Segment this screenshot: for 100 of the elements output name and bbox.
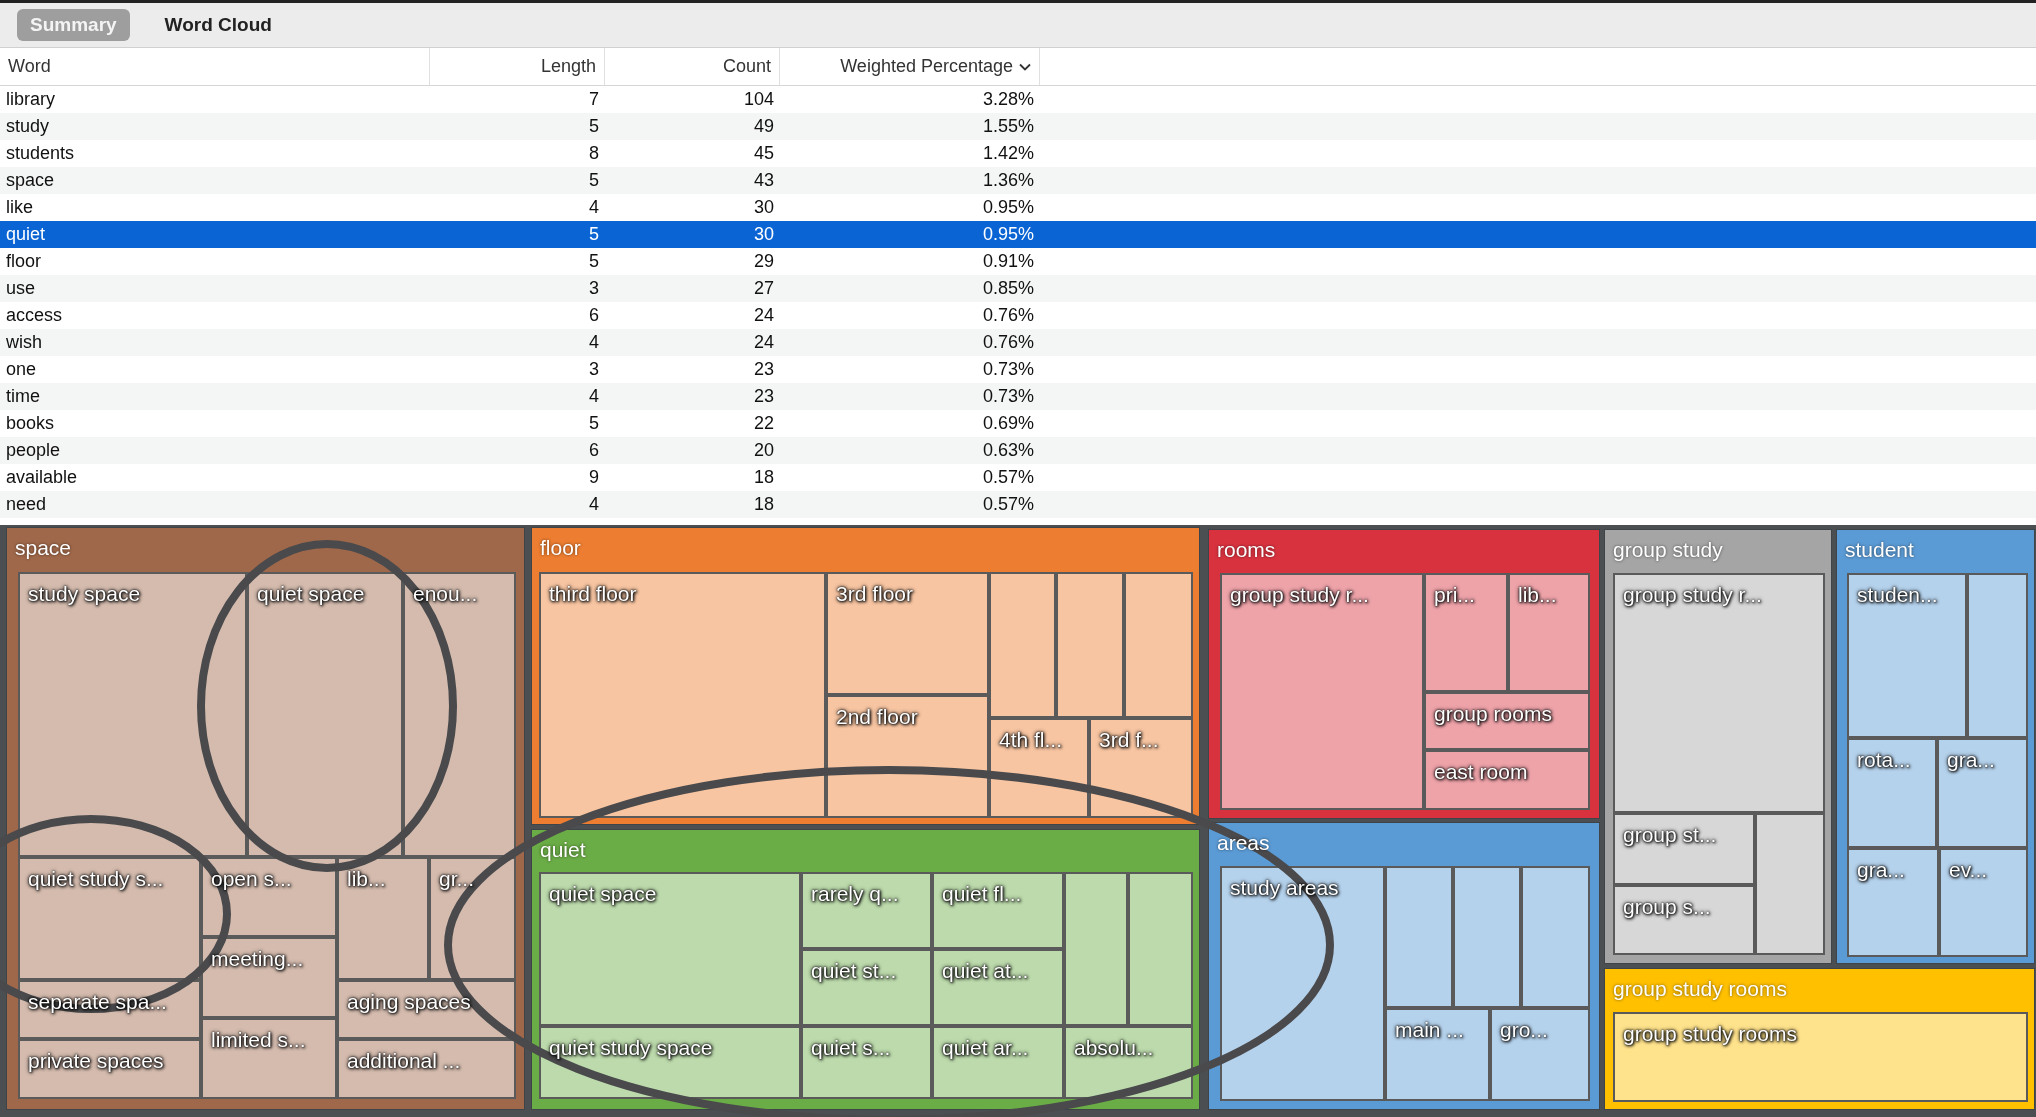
group-label: rooms (1217, 538, 1276, 562)
cell-label: quiet fl... (942, 882, 1022, 905)
group-label: quiet (540, 838, 586, 862)
group-label: group study rooms (1613, 977, 1787, 1001)
cell-label: quiet at... (942, 959, 1029, 982)
table-row[interactable]: people 6 20 0.63% (0, 437, 2036, 464)
table-cell: 6 (589, 305, 599, 326)
cell-label: studen... (1857, 583, 1938, 606)
cell-label: 3rd f... (1099, 728, 1159, 751)
table-cell: use (6, 278, 36, 299)
column-header[interactable]: Word (0, 48, 430, 85)
table-row[interactable]: time 4 23 0.73% (0, 383, 2036, 410)
table-row[interactable]: one 3 23 0.73% (0, 356, 2036, 383)
table-cell: one (6, 359, 37, 380)
cell-label: quiet space (257, 582, 365, 605)
table-cell: 0.85% (982, 278, 1034, 299)
table-row[interactable]: wish 4 24 0.76% (0, 329, 2036, 356)
cell-label: group study rooms (1623, 1022, 1797, 1045)
table-row[interactable]: study 5 49 1.55% (0, 113, 2036, 140)
cell-label: gra... (1857, 858, 1905, 881)
table-cell: 18 (753, 494, 774, 515)
column-header[interactable]: Weighted Percentage (780, 48, 1040, 85)
table-cell: 45 (753, 143, 774, 164)
cell-label: quiet s... (811, 1036, 891, 1059)
group-label: student (1845, 538, 1914, 562)
table-cell: access (6, 305, 63, 326)
table-cell: floor (6, 251, 41, 272)
table-row[interactable]: like 4 30 0.95% (0, 194, 2036, 221)
cell-label: main ... (1395, 1018, 1464, 1041)
table-cell: 1.42% (982, 143, 1034, 164)
table-cell: 27 (753, 278, 774, 299)
cell-label: quiet st... (811, 959, 897, 982)
cell-label: ev... (1949, 858, 1988, 881)
table-cell: 4 (589, 197, 599, 218)
cell-label: rota... (1857, 748, 1911, 771)
table-cell: library (6, 89, 55, 110)
cell-label: meeting... (211, 947, 304, 970)
table-cell: 0.76% (982, 305, 1034, 326)
cell-label: rarely q... (811, 882, 899, 905)
cell-label: limited s... (211, 1028, 306, 1051)
table-cell: 8 (589, 143, 599, 164)
table-cell: 4 (589, 386, 599, 407)
table-cell: 5 (589, 116, 599, 137)
table-cell: 9 (589, 467, 599, 488)
table-cell: 3.28% (982, 89, 1034, 110)
cell-label: quiet study space (549, 1036, 713, 1059)
table-cell: quiet (6, 224, 46, 245)
table-cell: 6 (589, 440, 599, 461)
table-row[interactable]: need 4 18 0.57% (0, 491, 2036, 518)
table-row[interactable]: use 3 27 0.85% (0, 275, 2036, 302)
table-cell: 30 (753, 197, 774, 218)
table-cell: like (6, 197, 33, 218)
table-cell: 0.73% (982, 386, 1034, 407)
table-cell: 5 (589, 251, 599, 272)
table-cell: 43 (753, 170, 774, 191)
cell-label: gro... (1500, 1018, 1548, 1041)
tab[interactable]: Word Cloud (151, 9, 285, 41)
table-cell: 3 (589, 278, 599, 299)
table-row[interactable]: available 9 18 0.57% (0, 464, 2036, 491)
column-header[interactable]: Length (430, 48, 605, 85)
cell-label: 2nd floor (836, 705, 918, 728)
table-cell: 0.91% (982, 251, 1034, 272)
table-cell: 22 (753, 413, 774, 434)
table-cell: 0.69% (982, 413, 1034, 434)
table-cell: 24 (753, 305, 774, 326)
cell-label: group rooms (1434, 702, 1552, 725)
table-cell: 0.57% (982, 494, 1034, 515)
cell-label: 3rd floor (836, 582, 914, 605)
table-cell: 104 (743, 89, 774, 110)
cell-label: third floor (549, 582, 637, 605)
table-row[interactable]: floor 5 29 0.91% (0, 248, 2036, 275)
table-cell: 18 (753, 467, 774, 488)
table-cell: 5 (589, 170, 599, 191)
table-cell: wish (6, 332, 42, 353)
cell-label: pri... (1434, 583, 1475, 606)
table-row[interactable]: space 5 43 1.36% (0, 167, 2036, 194)
column-header[interactable]: Count (605, 48, 780, 85)
table-cell: available (6, 467, 78, 488)
table-row[interactable]: library 7 104 3.28% (0, 86, 2036, 113)
table-row[interactable]: books 5 22 0.69% (0, 410, 2036, 437)
table-cell: 24 (753, 332, 774, 353)
cell-label: study space (28, 582, 141, 605)
table-cell: 3 (589, 359, 599, 380)
table-cell: space (6, 170, 55, 191)
table-cell: 1.55% (982, 116, 1034, 137)
cell-label: aging spaces (347, 990, 471, 1013)
table-cell: 49 (753, 116, 774, 137)
cell-label: gra... (1947, 748, 1995, 771)
table-cell: 1.36% (982, 170, 1034, 191)
cell-label: east room (1434, 760, 1528, 783)
cell-label: quiet space (549, 882, 657, 905)
table-row[interactable]: access 6 24 0.76% (0, 302, 2036, 329)
table-cell: 20 (753, 440, 774, 461)
table-cell: 0.95% (982, 197, 1034, 218)
table-row[interactable]: students 8 45 1.42% (0, 140, 2036, 167)
table-cell: books (6, 413, 55, 434)
table-cell: 4 (589, 332, 599, 353)
table-cell: 0.57% (982, 467, 1034, 488)
table-row[interactable]: quiet 5 30 0.95% (0, 221, 2036, 248)
cell-label: lib... (347, 867, 386, 890)
